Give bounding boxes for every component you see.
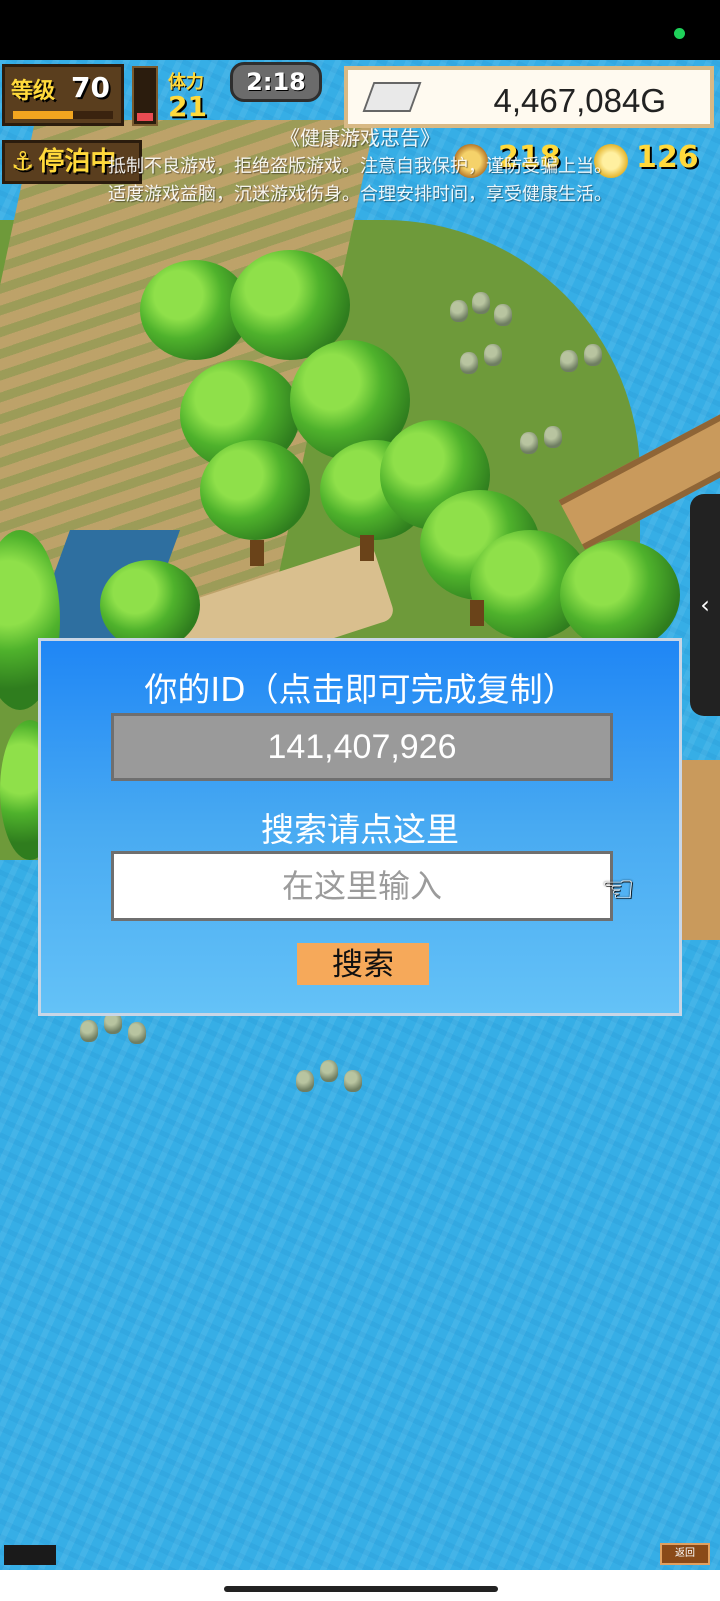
- health-notice-line-2: 适度游戏益脑，沉迷游戏伤身。合理安排时间，享受健康生活。: [108, 184, 612, 205]
- menu-button[interactable]: [4, 1545, 56, 1565]
- tree-trunk: [360, 535, 374, 561]
- sea-rock: [560, 350, 578, 372]
- tree-trunk: [250, 540, 264, 566]
- sea-rock: [344, 1070, 362, 1092]
- sea-rock: [520, 432, 538, 454]
- sea-rock: [544, 426, 562, 448]
- sea-rock: [460, 352, 478, 374]
- sea-rock: [494, 304, 512, 326]
- search-input[interactable]: [111, 851, 613, 921]
- health-notice-title: 《健康游戏忠告》: [280, 126, 440, 150]
- status-indicator-dot: [674, 28, 685, 39]
- pointing-hand-icon: ☜: [601, 867, 636, 911]
- level-panel[interactable]: 等级 70: [2, 64, 124, 126]
- friend-search-dialog: 你的ID（点击即可完成复制） 141,407,926 搜索请点这里 ☜ 搜索: [38, 638, 682, 1016]
- sea-rock: [80, 1020, 98, 1042]
- tree: [560, 540, 680, 650]
- level-label: 等级: [11, 79, 56, 104]
- player-id-copy-box[interactable]: 141,407,926: [111, 713, 613, 781]
- your-id-title: 你的ID（点击即可完成复制）: [144, 670, 576, 709]
- side-drawer-tab[interactable]: ‹: [690, 494, 720, 716]
- sea-rock: [584, 344, 602, 366]
- tree-trunk: [470, 600, 484, 626]
- search-button[interactable]: 搜索: [297, 943, 429, 985]
- tree: [100, 560, 200, 650]
- experience-bar: [13, 111, 113, 119]
- gold-panel[interactable]: 4,467,084G: [344, 66, 714, 128]
- sea-rock: [472, 292, 490, 314]
- home-indicator[interactable]: [224, 1586, 498, 1592]
- tree: [200, 440, 310, 540]
- sea-rock: [128, 1022, 146, 1044]
- sea-rock: [296, 1070, 314, 1092]
- energy-gauge-fill: [137, 113, 153, 121]
- status-bar: [0, 0, 720, 60]
- gold-ingot-icon: [362, 82, 422, 112]
- stamina-value: 21: [168, 90, 207, 123]
- level-value: 70: [71, 71, 110, 104]
- stamina-panel: 体力 21: [166, 66, 230, 126]
- search-label: 搜索请点这里: [261, 810, 459, 849]
- sea-rock: [484, 344, 502, 366]
- sea-rock: [320, 1060, 338, 1082]
- game-clock: 2:18: [230, 62, 322, 102]
- gold-amount: 4,467,084G: [493, 82, 666, 119]
- sea-rock: [450, 300, 468, 322]
- energy-gauge: [132, 66, 158, 126]
- back-button[interactable]: 返回: [660, 1543, 710, 1565]
- experience-bar-fill: [13, 111, 73, 119]
- chevron-left-icon: ‹: [700, 591, 710, 619]
- health-notice-line-1: 抵制不良游戏，拒绝盗版游戏。注意自我保护，谨防受骗上当。: [108, 156, 612, 177]
